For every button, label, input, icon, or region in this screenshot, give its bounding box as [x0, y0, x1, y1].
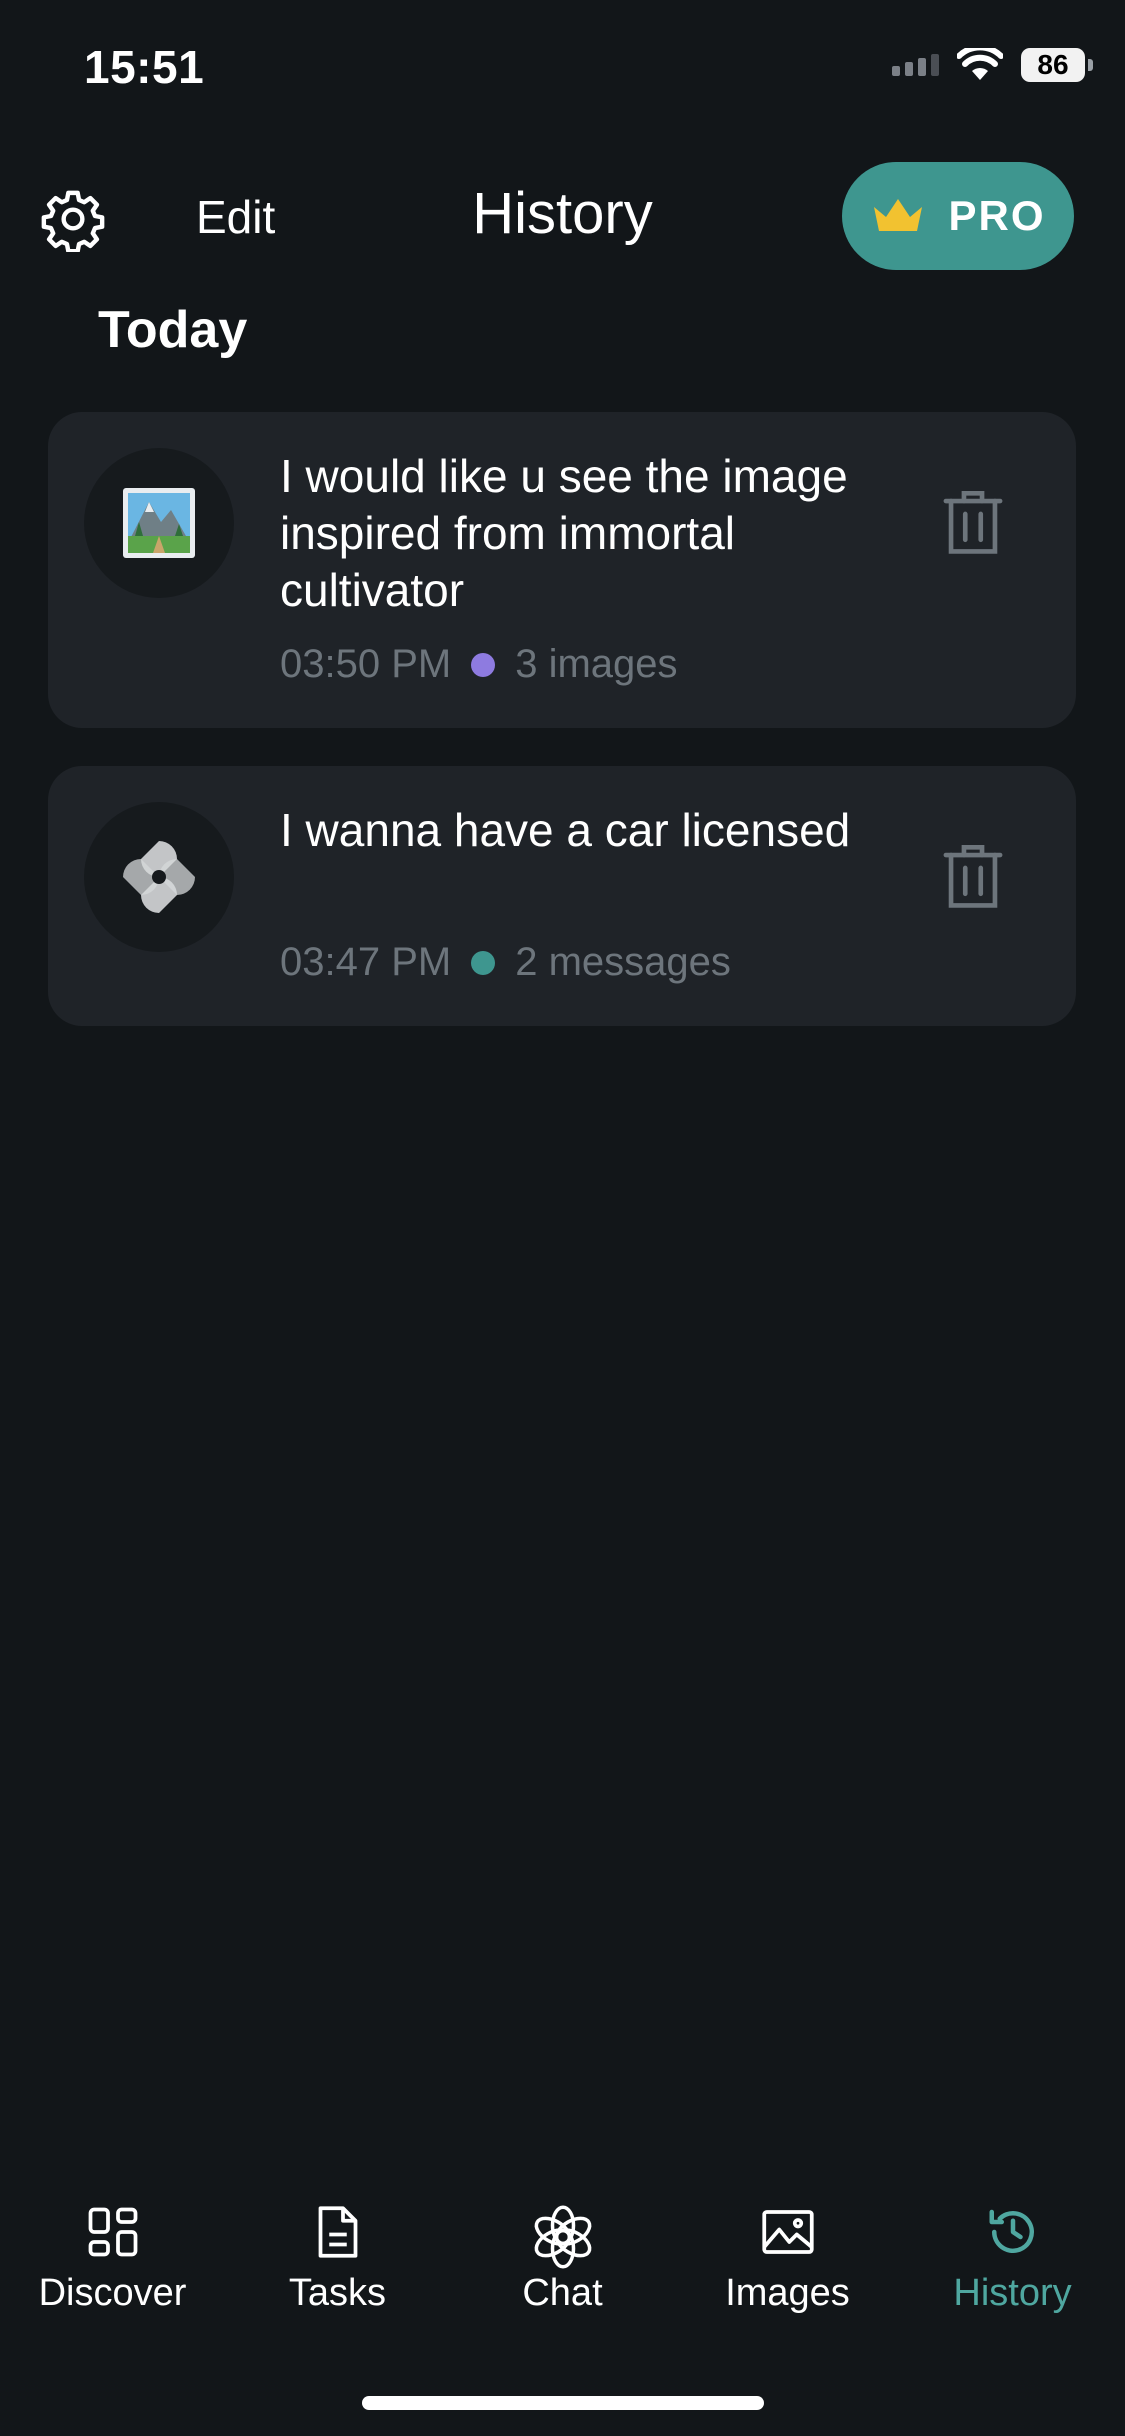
trash-icon[interactable] — [942, 488, 1004, 558]
battery-indicator: 86 — [1021, 48, 1093, 82]
history-item-count: 2 messages — [515, 940, 731, 984]
cellular-signal-icon — [892, 54, 939, 76]
history-icon — [989, 2209, 1034, 2253]
tab-images[interactable]: Images — [675, 2180, 900, 2315]
chat-logo-icon — [123, 841, 195, 913]
tab-label: Discover — [38, 2272, 187, 2314]
tab-label: Chat — [522, 2272, 603, 2314]
status-dot — [471, 950, 496, 975]
tab-tasks[interactable]: Tasks — [225, 2180, 450, 2315]
status-time: 15:51 — [84, 41, 205, 93]
trash-icon[interactable] — [942, 842, 1004, 912]
history-item-meta: 03:47 PM 2 messages — [280, 940, 731, 985]
pro-label: PRO — [948, 192, 1046, 239]
crown-icon — [874, 199, 923, 231]
document-icon — [318, 2206, 357, 2258]
tab-label: Tasks — [288, 2272, 387, 2314]
tab-bar: Discover Tasks Chat Images History — [0, 2180, 1125, 2330]
history-item-time: 03:47 PM — [280, 940, 452, 984]
home-indicator — [362, 2396, 764, 2410]
chat-logo-icon — [534, 2205, 591, 2269]
edit-button[interactable]: Edit — [196, 190, 275, 244]
section-title-today: Today — [98, 301, 248, 359]
history-item-avatar — [84, 802, 234, 952]
tab-chat[interactable]: Chat — [450, 2180, 675, 2315]
tab-label: Images — [725, 2272, 850, 2314]
wifi-icon — [957, 48, 1003, 80]
history-item[interactable]: I would like u see the image inspired fr… — [48, 412, 1076, 728]
settings-gear-icon[interactable] — [40, 186, 106, 252]
status-icons: 86 — [892, 48, 1093, 82]
history-item[interactable]: I wanna have a car licensed 03:47 PM 2 m… — [48, 766, 1076, 1026]
status-dot — [471, 652, 496, 677]
tab-label: History — [953, 2272, 1072, 2314]
history-item-avatar — [84, 448, 234, 598]
image-thumbnail-icon — [123, 488, 195, 558]
pro-upgrade-button[interactable]: PRO — [842, 162, 1074, 270]
grid-icon — [88, 2207, 137, 2257]
tab-discover[interactable]: Discover — [0, 2180, 225, 2315]
history-item-time: 03:50 PM — [280, 642, 452, 686]
history-item-title: I wanna have a car licensed — [280, 804, 851, 856]
history-item-title: I would like u see the image inspired fr… — [280, 450, 848, 616]
tab-history[interactable]: History — [900, 2180, 1125, 2315]
image-icon — [761, 2210, 814, 2254]
history-item-count: 3 images — [515, 642, 678, 686]
history-item-meta: 03:50 PM 3 images — [280, 642, 678, 687]
